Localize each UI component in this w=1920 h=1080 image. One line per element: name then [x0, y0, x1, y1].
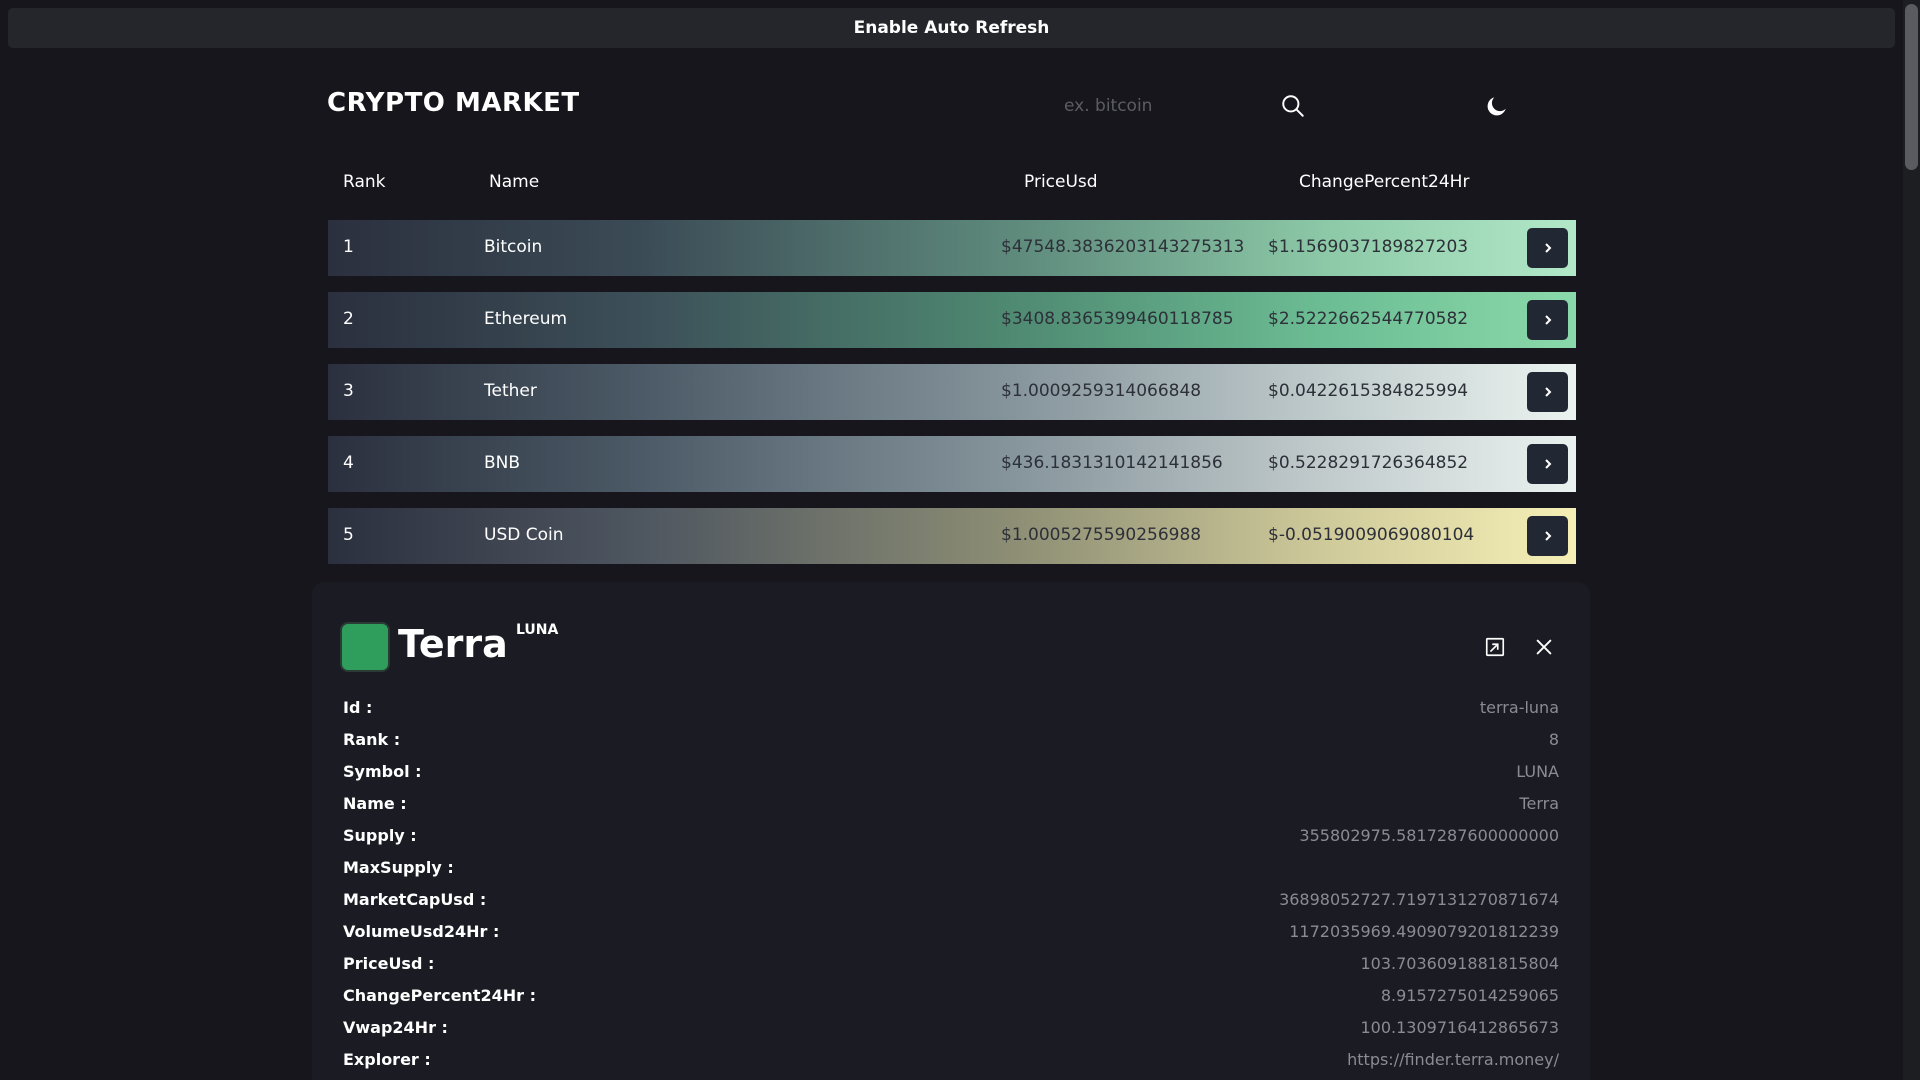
- detail-row-marketcap: MarketCapUsd : 36898052727.7197131270871…: [343, 890, 1559, 914]
- detail-row-id: Id : terra-luna: [343, 698, 1559, 722]
- open-external-icon[interactable]: [1484, 636, 1506, 658]
- page: Enable Auto Refresh CRYPTO MARKET Rank N…: [0, 0, 1920, 1080]
- detail-label: MarketCapUsd :: [343, 890, 487, 909]
- detail-label: ChangePercent24Hr :: [343, 986, 536, 1005]
- row-change: $0.0422615384825994: [1268, 381, 1469, 401]
- scrollbar[interactable]: [1903, 0, 1920, 1080]
- row-name: Ethereum: [484, 309, 568, 329]
- column-header-change: ChangePercent24Hr: [1299, 172, 1470, 192]
- detail-row-rank: Rank : 8: [343, 730, 1559, 754]
- coin-details-panel: Terra LUNA Id : terra-luna Rank : 8 Symb…: [312, 582, 1590, 1080]
- row-name: USD Coin: [484, 525, 564, 545]
- chevron-right-icon: [1544, 315, 1551, 325]
- column-header-name: Name: [489, 172, 540, 192]
- coin-name: Terra: [398, 622, 508, 666]
- detail-label: Explorer :: [343, 1050, 431, 1069]
- detail-value: 355802975.5817287600000000: [1299, 826, 1559, 845]
- table-header: Rank Name PriceUsd ChangePercent24Hr: [328, 172, 1576, 196]
- detail-label: Id :: [343, 698, 373, 717]
- coin-symbol: LUNA: [516, 622, 559, 638]
- detail-row-change: ChangePercent24Hr : 8.9157275014259065: [343, 986, 1559, 1010]
- detail-value: 8: [1548, 730, 1559, 749]
- search-input[interactable]: [1056, 91, 1276, 121]
- detail-label: Name :: [343, 794, 407, 813]
- view-details-button[interactable]: [1527, 372, 1568, 412]
- table-row[interactable]: 2 Ethereum $3408.8365399460118785 $2.522…: [328, 292, 1576, 348]
- row-change: $0.5228291726364852: [1268, 453, 1469, 473]
- detail-label: MaxSupply :: [343, 858, 454, 877]
- scrollbar-thumb[interactable]: [1905, 4, 1918, 170]
- row-rank: 4: [343, 453, 354, 473]
- row-name: Tether: [484, 381, 537, 401]
- detail-label: Vwap24Hr :: [343, 1018, 448, 1037]
- chevron-right-icon: [1544, 531, 1551, 541]
- table-row[interactable]: 4 BNB $436.1831310142141856 $0.522829172…: [328, 436, 1576, 492]
- row-change: $1.1569037189827203: [1268, 237, 1469, 257]
- detail-label: Supply :: [343, 826, 417, 845]
- detail-value: 1172035969.4909079201812239: [1289, 922, 1559, 941]
- detail-value: 103.7036091881815804: [1360, 954, 1560, 973]
- detail-label: Rank :: [343, 730, 401, 749]
- detail-value: 36898052727.7197131270871674: [1279, 890, 1559, 909]
- row-price: $47548.3836203143275313: [1001, 237, 1245, 257]
- view-details-button[interactable]: [1527, 228, 1568, 268]
- row-rank: 1: [343, 237, 354, 257]
- row-change: $2.5222662544770582: [1268, 309, 1469, 329]
- detail-label: VolumeUsd24Hr :: [343, 922, 500, 941]
- moon-icon[interactable]: [1484, 93, 1510, 119]
- row-rank: 5: [343, 525, 354, 545]
- detail-row-explorer: Explorer : https://finder.terra.money/: [343, 1050, 1559, 1074]
- detail-row-symbol: Symbol : LUNA: [343, 762, 1559, 786]
- detail-row-volume: VolumeUsd24Hr : 1172035969.4909079201812…: [343, 922, 1559, 946]
- row-rank: 3: [343, 381, 354, 401]
- row-price: $436.1831310142141856: [1001, 453, 1223, 473]
- view-details-button[interactable]: [1527, 444, 1568, 484]
- detail-label: Symbol :: [343, 762, 422, 781]
- search-icon[interactable]: [1280, 93, 1306, 119]
- detail-value: terra-luna: [1479, 698, 1559, 717]
- page-title: CRYPTO MARKET: [327, 88, 580, 118]
- chevron-right-icon: [1544, 387, 1551, 397]
- row-rank: 2: [343, 309, 354, 329]
- detail-row-supply: Supply : 355802975.5817287600000000: [343, 826, 1559, 850]
- detail-label: PriceUsd :: [343, 954, 435, 973]
- view-details-button[interactable]: [1527, 516, 1568, 556]
- view-details-button[interactable]: [1527, 300, 1568, 340]
- row-price: $3408.8365399460118785: [1001, 309, 1234, 329]
- detail-row-name: Name : Terra: [343, 794, 1559, 818]
- coin-icon: [340, 622, 390, 672]
- row-change: $-0.0519009069080104: [1268, 525, 1475, 545]
- table-row[interactable]: 1 Bitcoin $47548.3836203143275313 $1.156…: [328, 220, 1576, 276]
- column-header-rank: Rank: [343, 172, 386, 192]
- detail-row-vwap: Vwap24Hr : 100.1309716412865673: [343, 1018, 1559, 1042]
- chevron-right-icon: [1544, 459, 1551, 469]
- table-row[interactable]: 3 Tether $1.0009259314066848 $0.04226153…: [328, 364, 1576, 420]
- enable-auto-refresh-button[interactable]: Enable Auto Refresh: [8, 8, 1895, 48]
- table-row[interactable]: 5 USD Coin $1.0005275590256988 $-0.05190…: [328, 508, 1576, 564]
- row-price: $1.0005275590256988: [1001, 525, 1202, 545]
- column-header-price: PriceUsd: [1024, 172, 1098, 192]
- chevron-right-icon: [1544, 243, 1551, 253]
- explorer-link[interactable]: https://finder.terra.money/: [1347, 1050, 1559, 1069]
- close-icon[interactable]: [1533, 636, 1555, 658]
- row-name: BNB: [484, 453, 521, 473]
- detail-value: 8.9157275014259065: [1380, 986, 1559, 1005]
- detail-value: LUNA: [1516, 762, 1559, 781]
- row-price: $1.0009259314066848: [1001, 381, 1202, 401]
- enable-auto-refresh-label: Enable Auto Refresh: [853, 18, 1050, 38]
- detail-value: 100.1309716412865673: [1360, 1018, 1560, 1037]
- row-name: Bitcoin: [484, 237, 543, 257]
- detail-row-maxsupply: MaxSupply :: [343, 858, 1559, 882]
- detail-row-price: PriceUsd : 103.7036091881815804: [343, 954, 1559, 978]
- detail-value: Terra: [1519, 794, 1559, 813]
